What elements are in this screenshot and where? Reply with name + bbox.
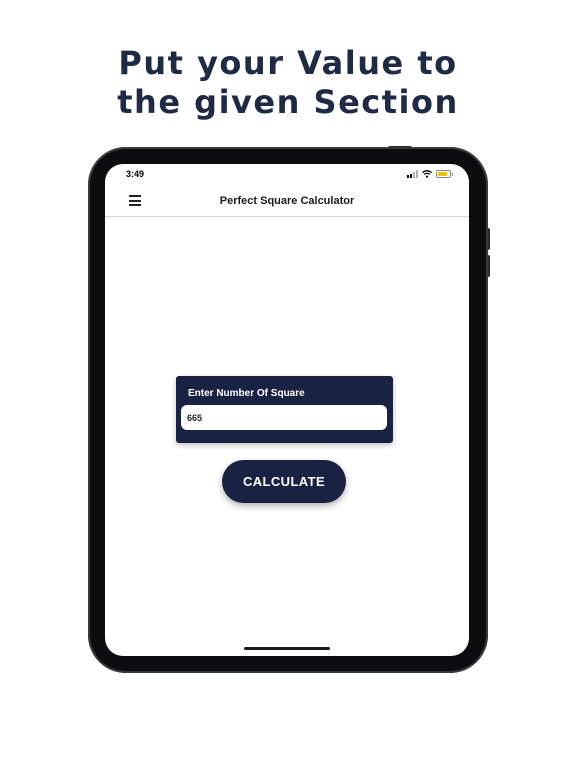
number-input-label: Enter Number Of Square (188, 388, 305, 399)
battery-icon (436, 170, 453, 178)
promo-headline: Put your Value to the given Section (0, 44, 576, 122)
cellular-signal-icon (407, 170, 418, 178)
tablet-screen: 3:49 Perfect Square Calculator Enter Num… (105, 164, 469, 656)
app-title: Perfect Square Calculator (219, 195, 355, 207)
battery-level (438, 172, 447, 176)
home-indicator[interactable] (244, 647, 330, 650)
status-bar: 3:49 (105, 164, 469, 186)
wifi-icon (422, 170, 432, 178)
headline-line-2: the given Section (117, 83, 459, 121)
status-icons (407, 170, 453, 178)
number-input-card: Enter Number Of Square (176, 376, 393, 443)
calculate-button[interactable]: CALCULATE (222, 460, 346, 503)
app-bar: Perfect Square Calculator (105, 186, 469, 217)
status-time: 3:49 (126, 169, 145, 179)
number-input[interactable] (181, 405, 387, 430)
headline-line-1: Put your Value to (118, 44, 458, 82)
